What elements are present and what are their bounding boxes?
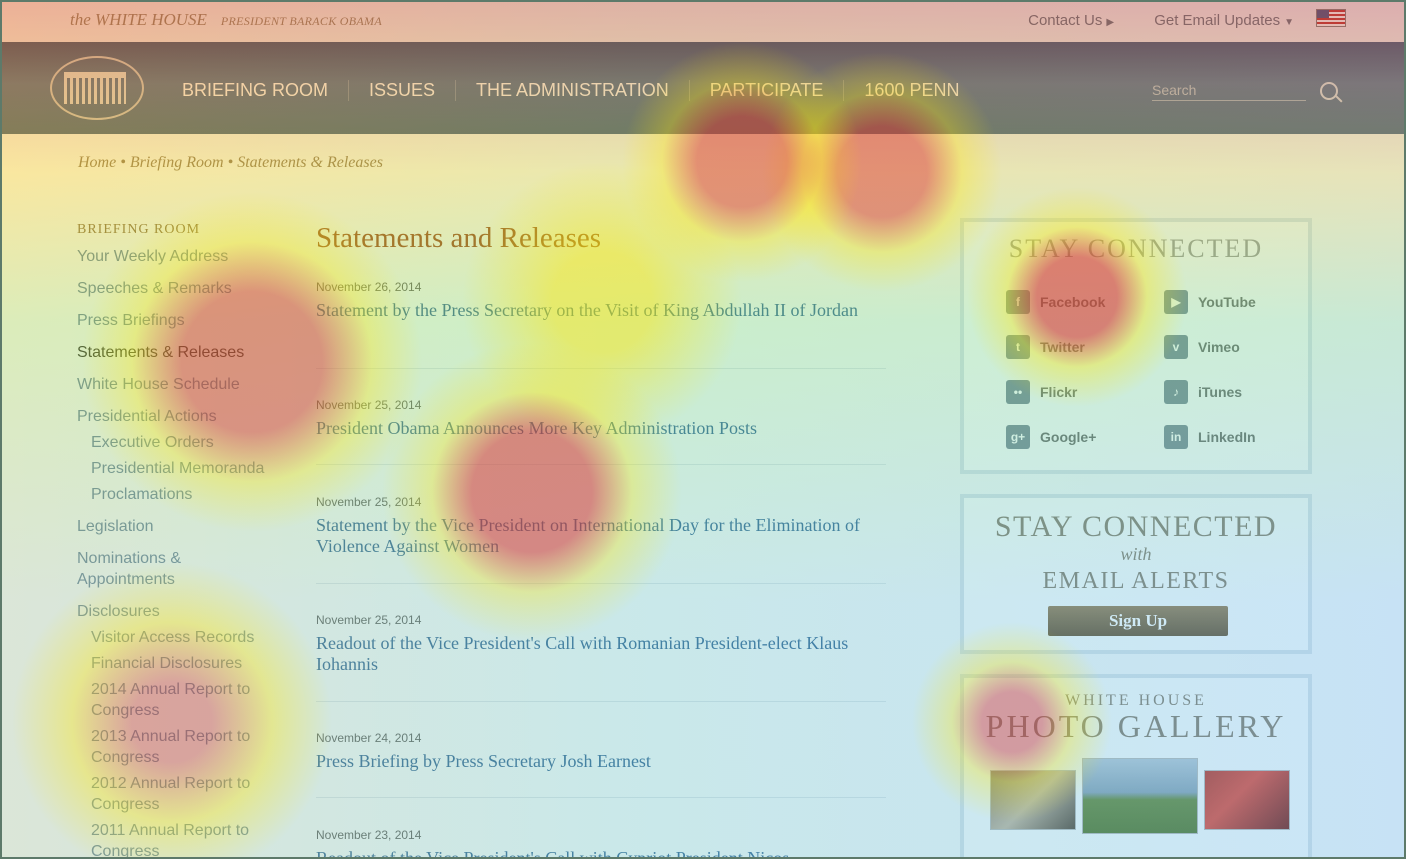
sidebar-item-nominations[interactable]: Nominations & Appointments bbox=[77, 548, 217, 590]
sidebar-item-statements[interactable]: Statements & Releases bbox=[77, 342, 292, 363]
breadcrumb-current: Statements & Releases bbox=[237, 154, 383, 171]
itunes-icon[interactable]: ♪ bbox=[1164, 380, 1188, 404]
breadcrumb-home[interactable]: Home bbox=[78, 154, 116, 171]
stay-connected-panel: STAY CONNECTED f Facebook ▶ YouTube t Tw… bbox=[960, 218, 1312, 474]
email-alerts-title-1: STAY CONNECTED bbox=[994, 510, 1278, 543]
nav-items: BRIEFING ROOM ISSUES THE ADMINISTRATION … bbox=[162, 80, 979, 101]
sidebar-item-proclamations[interactable]: Proclamations bbox=[77, 484, 292, 505]
white-house-building-icon bbox=[64, 72, 126, 104]
post-title-link[interactable]: President Obama Announces More Key Admin… bbox=[316, 418, 886, 439]
sidebar: BRIEFING ROOM Your Weekly Address Speech… bbox=[77, 222, 292, 857]
google-plus-link[interactable]: Google+ bbox=[1040, 429, 1096, 445]
email-updates-link[interactable]: Get Email Updates ▼ bbox=[1136, 12, 1294, 29]
flickr-link[interactable]: Flickr bbox=[1040, 384, 1077, 400]
post-title-link[interactable]: Statement by the Vice President on Inter… bbox=[316, 515, 886, 557]
email-alerts-panel: STAY CONNECTED with EMAIL ALERTS Sign Up bbox=[960, 494, 1312, 654]
main-content: Statements and Releases November 26, 201… bbox=[316, 222, 886, 857]
sidebar-item-report-2014[interactable]: 2014 Annual Report to Congress bbox=[77, 679, 281, 721]
photo-gallery-panel: WHITE HOUSE PHOTO GALLERY bbox=[960, 674, 1312, 857]
linkedin-link[interactable]: LinkedIn bbox=[1198, 429, 1256, 445]
sidebar-item-disclosures[interactable]: Disclosures bbox=[77, 601, 292, 622]
sidebar-item-weekly-address[interactable]: Your Weekly Address bbox=[77, 246, 292, 267]
contact-us-link[interactable]: Contact Us ▶ bbox=[1010, 12, 1114, 29]
sidebar-item-report-2013[interactable]: 2013 Annual Report to Congress bbox=[77, 726, 281, 768]
linkedin-icon[interactable]: in bbox=[1164, 425, 1188, 449]
nav-item-participate[interactable]: PARTICIPATE bbox=[690, 80, 845, 101]
list-item: November 23, 2014 Readout of the Vice Pr… bbox=[316, 828, 886, 857]
top-links: Contact Us ▶ Get Email Updates ▼ bbox=[992, 12, 1294, 29]
list-item: November 25, 2014 Readout of the Vice Pr… bbox=[316, 613, 886, 702]
search-input[interactable] bbox=[1152, 80, 1306, 101]
screenshot-frame: the WHITE HOUSE PRESIDENT BARACK OBAMA C… bbox=[0, 0, 1406, 859]
youtube-icon[interactable]: ▶ bbox=[1164, 290, 1188, 314]
twitter-link[interactable]: Twitter bbox=[1040, 339, 1085, 355]
post-title-link[interactable]: Readout of the Vice President's Call wit… bbox=[316, 848, 886, 857]
flickr-icon[interactable]: •• bbox=[1006, 380, 1030, 404]
list-item: November 26, 2014 Statement by the Press… bbox=[316, 280, 886, 369]
brand[interactable]: the WHITE HOUSE PRESIDENT BARACK OBAMA bbox=[70, 10, 382, 30]
gallery-photo[interactable] bbox=[990, 770, 1076, 830]
vimeo-icon[interactable]: v bbox=[1164, 335, 1188, 359]
itunes-link[interactable]: iTunes bbox=[1198, 384, 1242, 400]
post-date: November 25, 2014 bbox=[316, 613, 422, 627]
gallery-photo[interactable] bbox=[1082, 758, 1198, 834]
twitter-icon[interactable]: t bbox=[1006, 335, 1030, 359]
email-alerts-title-2: with bbox=[1120, 544, 1152, 564]
sidebar-item-presidential-memoranda[interactable]: Presidential Memoranda bbox=[77, 458, 292, 479]
breadcrumb-separator: • bbox=[227, 154, 234, 171]
sidebar-item-report-2011[interactable]: 2011 Annual Report to Congress bbox=[77, 820, 281, 857]
sidebar-item-presidential-actions[interactable]: Presidential Actions bbox=[77, 406, 292, 427]
sidebar-heading[interactable]: BRIEFING ROOM bbox=[77, 222, 292, 238]
sidebar-item-executive-orders[interactable]: Executive Orders bbox=[77, 432, 292, 453]
sidebar-item-press-briefings[interactable]: Press Briefings bbox=[77, 310, 292, 331]
sidebar-item-legislation[interactable]: Legislation bbox=[77, 516, 292, 537]
post-date: November 26, 2014 bbox=[316, 280, 422, 294]
chevron-down-icon: ▼ bbox=[1284, 17, 1294, 28]
nav-item-the-administration[interactable]: THE ADMINISTRATION bbox=[456, 80, 690, 101]
gallery-photo[interactable] bbox=[1204, 770, 1290, 830]
post-date: November 23, 2014 bbox=[316, 828, 422, 842]
breadcrumb: Home • Briefing Room • Statements & Releases bbox=[78, 154, 383, 172]
nav-item-issues[interactable]: ISSUES bbox=[349, 80, 457, 101]
breadcrumb-briefing-room[interactable]: Briefing Room bbox=[130, 154, 224, 171]
list-item: November 25, 2014 President Obama Announ… bbox=[316, 398, 886, 465]
sidebar-item-speeches[interactable]: Speeches & Remarks bbox=[77, 278, 292, 299]
email-alerts-title-3: EMAIL ALERTS bbox=[1042, 568, 1230, 594]
facebook-link[interactable]: Facebook bbox=[1040, 294, 1105, 310]
stay-connected-title: STAY CONNECTED bbox=[1008, 234, 1264, 263]
post-date: November 24, 2014 bbox=[316, 731, 422, 745]
google-plus-icon[interactable]: g+ bbox=[1006, 425, 1030, 449]
brand-title: the WHITE HOUSE bbox=[70, 10, 207, 29]
list-item: November 24, 2014 Press Briefing by Pres… bbox=[316, 731, 886, 798]
main-nav: BRIEFING ROOM ISSUES THE ADMINISTRATION … bbox=[2, 42, 1404, 134]
chevron-right-icon: ▶ bbox=[1106, 17, 1115, 28]
list-item: November 25, 2014 Statement by the Vice … bbox=[316, 495, 886, 584]
photo-gallery-title-2[interactable]: PHOTO GALLERY bbox=[964, 708, 1308, 745]
sidebar-item-financial-disclosures[interactable]: Financial Disclosures bbox=[77, 653, 292, 674]
post-title-link[interactable]: Readout of the Vice President's Call wit… bbox=[316, 633, 886, 675]
email-updates-label: Get Email Updates bbox=[1154, 12, 1281, 29]
post-title-link[interactable]: Statement by the Press Secretary on the … bbox=[316, 300, 886, 321]
nav-item-briefing-room[interactable]: BRIEFING ROOM bbox=[162, 80, 350, 101]
post-date: November 25, 2014 bbox=[316, 495, 422, 509]
sign-up-button[interactable]: Sign Up bbox=[1048, 606, 1228, 636]
contact-us-label: Contact Us bbox=[1028, 12, 1103, 29]
post-title-link[interactable]: Press Briefing by Press Secretary Josh E… bbox=[316, 751, 886, 772]
brand-subtitle: PRESIDENT BARACK OBAMA bbox=[220, 14, 382, 28]
sidebar-item-report-2012[interactable]: 2012 Annual Report to Congress bbox=[77, 773, 281, 815]
post-date: November 25, 2014 bbox=[316, 398, 422, 412]
sidebar-item-visitor-access[interactable]: Visitor Access Records bbox=[77, 627, 292, 648]
us-flag-icon[interactable] bbox=[1316, 9, 1346, 27]
facebook-icon[interactable]: f bbox=[1006, 290, 1030, 314]
nav-item-1600-penn[interactable]: 1600 PENN bbox=[844, 80, 979, 101]
page-title: Statements and Releases bbox=[316, 222, 602, 254]
search-icon[interactable] bbox=[1320, 82, 1338, 100]
breadcrumb-separator: • bbox=[120, 154, 126, 171]
top-bar: the WHITE HOUSE PRESIDENT BARACK OBAMA C… bbox=[2, 2, 1404, 42]
youtube-link[interactable]: YouTube bbox=[1198, 294, 1256, 310]
vimeo-link[interactable]: Vimeo bbox=[1198, 339, 1240, 355]
sidebar-item-schedule[interactable]: White House Schedule bbox=[77, 374, 292, 395]
